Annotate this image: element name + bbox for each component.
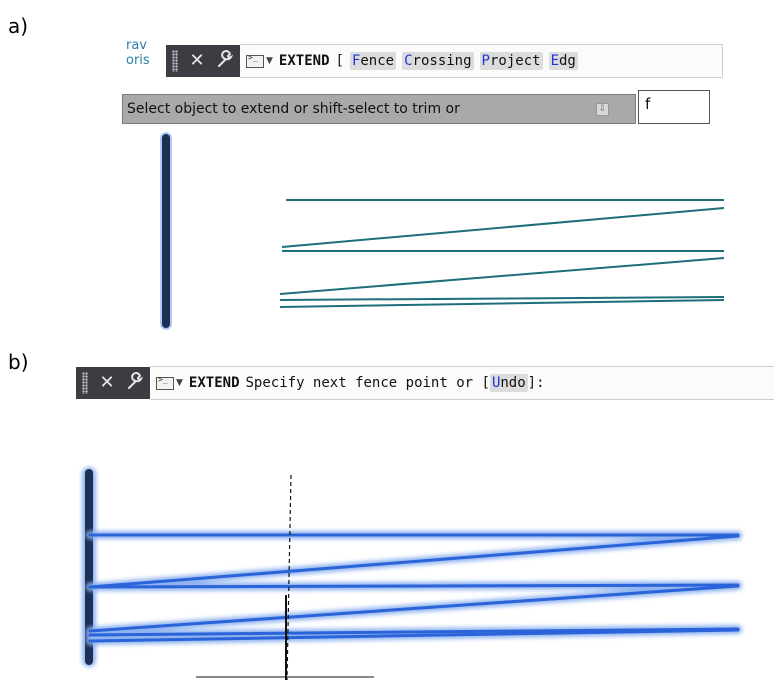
line-6: [279, 299, 724, 308]
panel-b-label: b): [8, 350, 29, 374]
command-line-controls: ✕: [166, 45, 240, 77]
drawing-area-a: [160, 132, 724, 330]
command-prompt-icon[interactable]: [156, 375, 174, 390]
wrench-icon[interactable]: [216, 50, 234, 72]
wrench-icon[interactable]: [126, 372, 144, 394]
line-2: [88, 534, 740, 589]
line-2: [281, 207, 724, 248]
line-3: [88, 583, 740, 589]
command-line-controls-b: ✕: [76, 367, 150, 399]
snippet-line-2: oris: [126, 53, 150, 68]
command-input-field-b[interactable]: ▼ EXTEND Specify next fence point or [ U…: [150, 366, 774, 400]
tooltip-text: Select object to extend or shift-select …: [127, 101, 460, 117]
command-prompt-text: Specify next fence point or [: [245, 375, 490, 391]
command-name: EXTEND: [188, 375, 240, 391]
drawing-area-b: [82, 467, 742, 680]
close-icon[interactable]: ✕: [188, 52, 206, 70]
command-prompt-suffix: ]:: [527, 375, 545, 391]
snippet-line-1: rav: [126, 38, 148, 53]
option-crossing[interactable]: Crossing: [402, 52, 474, 70]
command-name: EXTEND: [278, 53, 330, 69]
panel-a-label: a): [8, 14, 29, 38]
background-text-snippet: rav oris: [126, 38, 168, 70]
fence-line: [286, 474, 292, 680]
option-project[interactable]: Project: [479, 52, 543, 70]
dropdown-arrow-icon[interactable]: ▼: [266, 56, 273, 66]
grip-icon[interactable]: [172, 50, 178, 72]
option-bracket: [: [335, 53, 344, 69]
command-prompt-icon[interactable]: [246, 53, 264, 68]
tooltip-expand-icon[interactable]: ⇩: [596, 103, 609, 116]
grip-icon[interactable]: [82, 372, 88, 394]
command-tooltip: Select object to extend or shift-select …: [122, 94, 636, 124]
line-4: [279, 257, 724, 295]
option-fence[interactable]: Fence: [349, 52, 397, 70]
dropdown-arrow-icon[interactable]: ▼: [176, 378, 183, 388]
option-edge[interactable]: Edg: [548, 52, 578, 70]
command-input-field[interactable]: ▼ EXTEND [ Fence Crossing Project Edg: [240, 44, 723, 78]
command-line-b: ✕ ▼ EXTEND Specify next fence point or […: [76, 366, 774, 400]
dynamic-input-field[interactable]: f: [638, 90, 710, 124]
option-undo[interactable]: Undo: [489, 374, 528, 392]
line-4: [88, 584, 740, 633]
command-line-a: ✕ ▼ EXTEND [ Fence Crossing Project Edg: [166, 44, 723, 78]
boundary-edge: [162, 134, 170, 328]
close-icon[interactable]: ✕: [98, 374, 116, 392]
line-5: [279, 296, 724, 301]
